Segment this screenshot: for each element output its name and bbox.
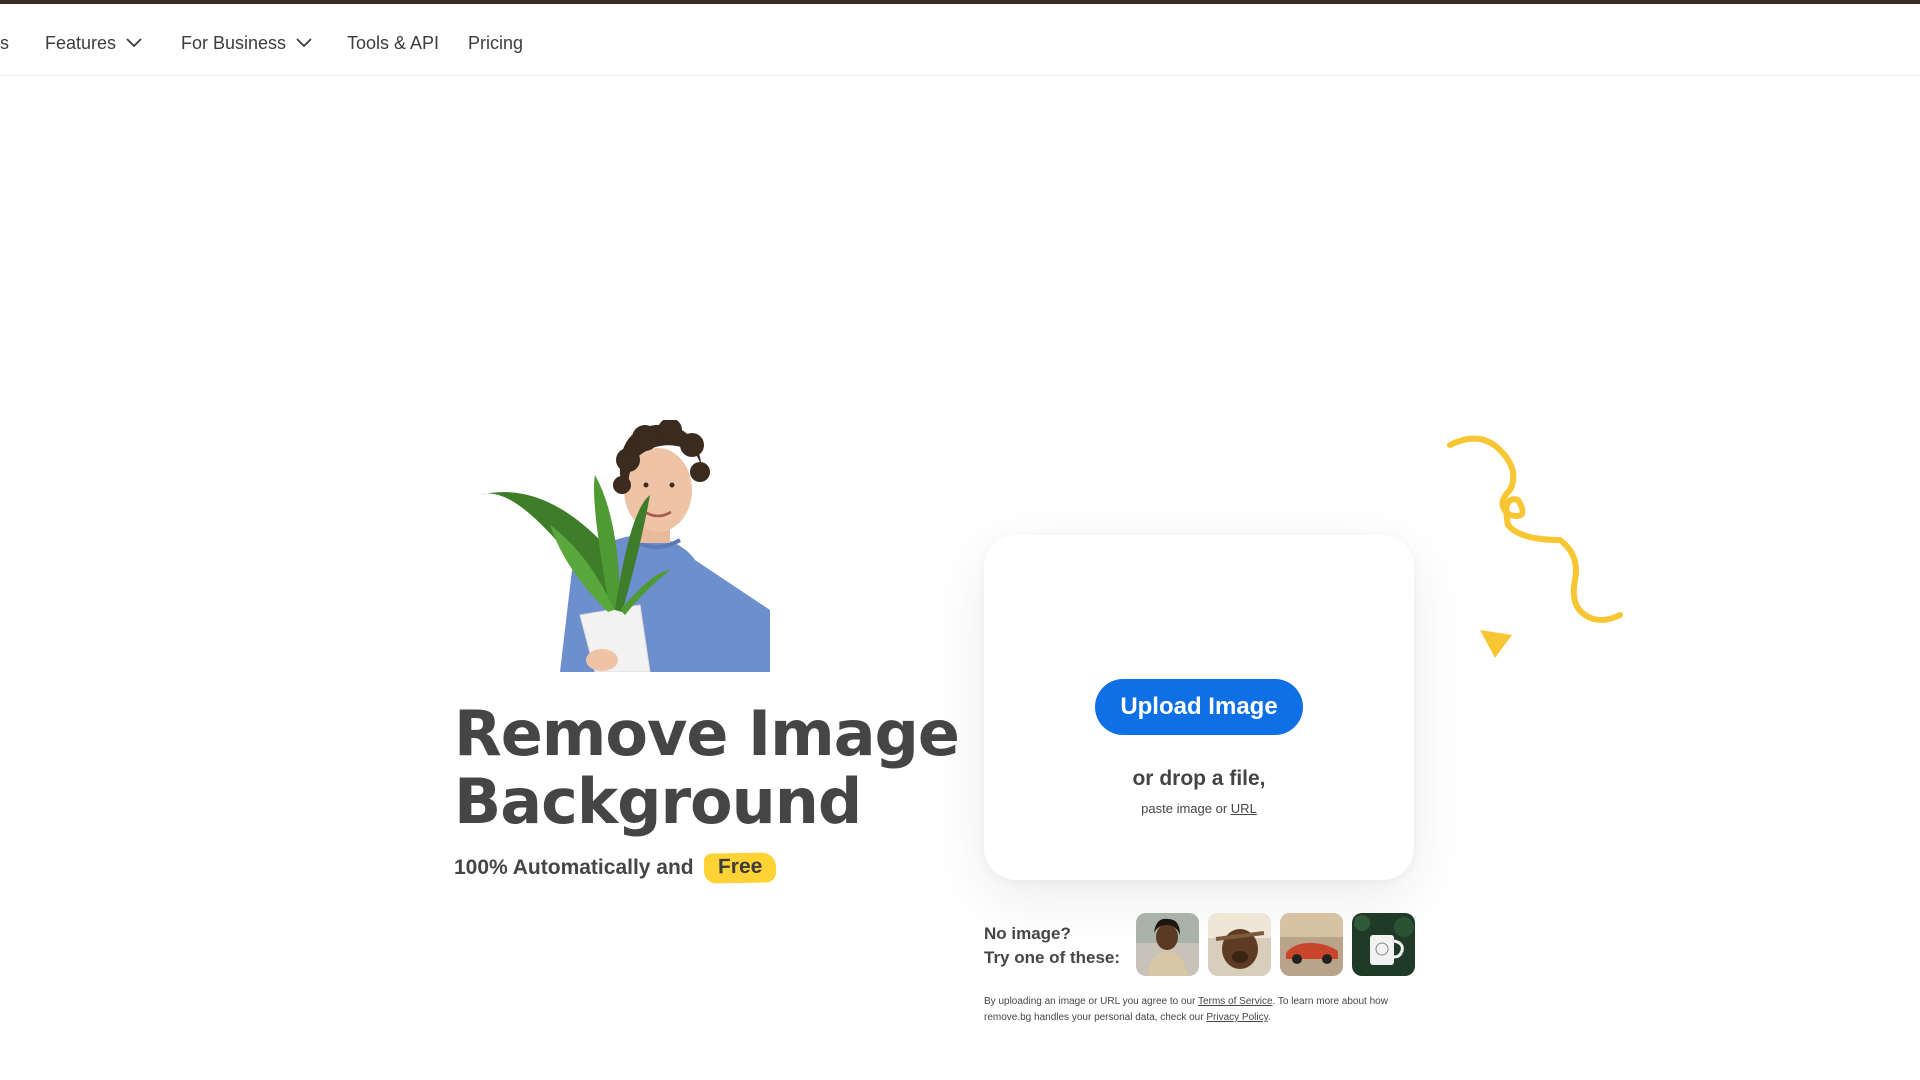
hero-subtitle: 100% Automatically and Free (454, 852, 777, 884)
legal-notice: By uploading an image or URL you agree t… (984, 994, 1424, 1026)
nav-item-tools-api[interactable]: Tools & API (347, 28, 439, 58)
nav-item-pricing[interactable]: Pricing (468, 28, 523, 58)
privacy-policy-link[interactable]: Privacy Policy (1206, 1012, 1268, 1023)
nav-item-clipped[interactable]: s (0, 28, 9, 58)
url-link[interactable]: URL (1231, 801, 1257, 816)
legal-text-3: . (1267, 1012, 1271, 1023)
sample-dog-thumbnail[interactable] (1208, 913, 1271, 976)
nav-item-label: Tools & API (347, 32, 440, 53)
page-title-line-1: Remove Image (454, 697, 960, 770)
terms-of-service-link[interactable]: Terms of Service (1198, 996, 1272, 1007)
chevron-down-icon (296, 38, 312, 48)
sample-prompt-line-2: Try one of these: (984, 948, 1121, 967)
paste-hint-text: paste image or (1141, 801, 1228, 816)
sample-woman-thumbnail[interactable] (1136, 913, 1199, 976)
hero-subtitle-text: 100% Automatically and (454, 856, 694, 879)
page-title-line-2: Background (454, 765, 862, 838)
free-badge: Free (703, 852, 777, 884)
sample-mug-thumbnail[interactable] (1352, 913, 1415, 976)
nav-item-label: Pricing (468, 32, 524, 53)
upload-card[interactable]: Upload Image or drop a file, paste image… (984, 535, 1414, 880)
sample-thumbnails (1136, 913, 1415, 976)
drop-file-text: or drop a file, (1132, 767, 1266, 790)
nav-item-label: s (0, 32, 9, 53)
hero-person-with-plant-image (480, 420, 770, 672)
top-navigation: s Features For Business Tools & API Pric… (0, 4, 1920, 76)
sample-car-thumbnail[interactable] (1280, 913, 1343, 976)
nav-item-features[interactable]: Features (45, 28, 142, 58)
sample-prompt-line-1: No image? (984, 924, 1071, 943)
nav-item-for-business[interactable]: For Business (181, 28, 312, 58)
upload-image-button[interactable]: Upload Image (1095, 679, 1303, 735)
legal-text-1: By uploading an image or URL you agree t… (984, 996, 1196, 1007)
chevron-down-icon (126, 38, 142, 48)
page-title: Remove Image Background (454, 697, 960, 838)
sample-prompt: No image? Try one of these: (984, 922, 1120, 970)
paste-hint: paste image or URL (984, 801, 1414, 816)
nav-item-label: For Business (181, 32, 287, 53)
decorative-squiggle (1447, 435, 1623, 658)
nav-item-label: Features (45, 32, 117, 53)
